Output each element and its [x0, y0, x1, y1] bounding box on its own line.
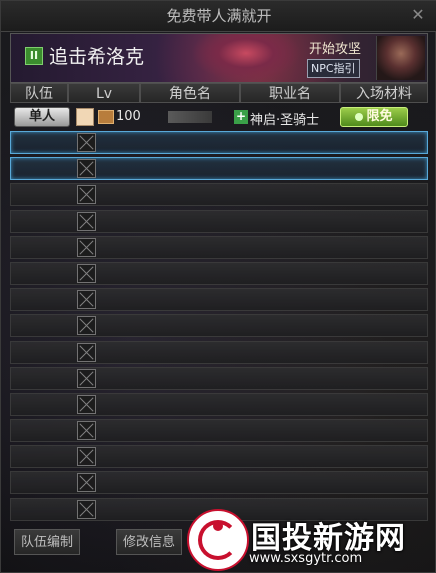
empty-slot-icon	[77, 368, 96, 388]
table-header: 队伍 Lv 角色名 职业名 入场材料	[10, 83, 428, 103]
header-party: 队伍	[10, 83, 68, 103]
empty-slot-row[interactable]	[10, 340, 428, 364]
empty-slot-icon	[77, 394, 96, 414]
free-entry-label: 限免	[366, 109, 393, 124]
watermark-logo-icon	[187, 509, 249, 571]
party-window: 免费带人满就开 ✕ II 追击希洛克 开始攻坚 NPC指引 队伍 Lv 角色名 …	[0, 0, 436, 573]
header-character-name: 角色名	[140, 83, 240, 103]
level-icon	[98, 110, 114, 124]
start-strategy-button[interactable]: 开始攻坚	[309, 38, 361, 57]
empty-slot-icon	[77, 447, 96, 467]
modify-info-button[interactable]: 修改信息	[116, 529, 183, 555]
class-plus-icon: +	[234, 109, 248, 124]
empty-slot-icon	[77, 421, 96, 441]
empty-slot-icon	[77, 290, 96, 310]
npc-portrait	[376, 36, 425, 80]
header-class-name: 职业名	[240, 83, 340, 103]
empty-slot-icon	[77, 316, 96, 336]
character-name-redacted	[168, 111, 212, 123]
empty-slot-icon	[77, 342, 96, 362]
solo-party-badge: 单人	[14, 107, 70, 127]
avatar	[76, 108, 94, 126]
empty-slot-row[interactable]	[10, 445, 428, 469]
npc-guide-button[interactable]: NPC指引	[307, 59, 360, 78]
empty-slot-row[interactable]	[10, 261, 428, 285]
empty-slot-icon	[77, 499, 96, 519]
empty-slot-row[interactable]	[10, 314, 428, 338]
empty-slot-row[interactable]	[10, 392, 428, 416]
empty-slot-icon	[77, 185, 96, 205]
dungeon-banner: II 追击希洛克 开始攻坚 NPC指引	[10, 33, 428, 83]
watermark-url: www.sxsgytr.com	[249, 551, 363, 566]
empty-slot-icon	[77, 263, 96, 283]
character-level: 100	[116, 109, 141, 124]
free-entry-badge: 限免	[340, 107, 408, 127]
party-edit-button[interactable]: 队伍编制	[14, 529, 81, 555]
empty-slot-icon	[77, 133, 96, 152]
empty-slot-icon	[77, 159, 96, 179]
boss-portrait	[191, 34, 301, 82]
empty-slot-icon	[77, 211, 96, 231]
empty-slot-row[interactable]	[10, 366, 428, 390]
pause-icon[interactable]: II	[25, 47, 43, 65]
close-icon[interactable]: ✕	[409, 6, 427, 24]
empty-slot-row[interactable]	[10, 157, 428, 181]
header-level: Lv	[68, 83, 140, 103]
empty-slot-row[interactable]	[10, 288, 428, 312]
party-slot-list	[10, 131, 428, 524]
empty-slot-row[interactable]	[10, 471, 428, 495]
empty-slot-row[interactable]	[10, 235, 428, 259]
window-titlebar: 免费带人满就开 ✕	[1, 1, 436, 32]
header-entry-material: 入场材料	[340, 83, 428, 103]
dungeon-title: 追击希洛克	[49, 46, 145, 68]
window-title: 免费带人满就开	[166, 7, 272, 25]
table-row-self[interactable]: 单人 100 + 神启·圣骑士 限免	[10, 105, 428, 129]
empty-slot-row[interactable]	[10, 209, 428, 233]
empty-slot-row[interactable]	[10, 131, 428, 154]
free-badge-dot-icon	[355, 112, 364, 121]
character-class: 神启·圣骑士	[250, 113, 320, 128]
empty-slot-icon	[77, 237, 96, 257]
empty-slot-row[interactable]	[10, 419, 428, 443]
empty-slot-row[interactable]	[10, 183, 428, 207]
empty-slot-icon	[77, 473, 96, 493]
